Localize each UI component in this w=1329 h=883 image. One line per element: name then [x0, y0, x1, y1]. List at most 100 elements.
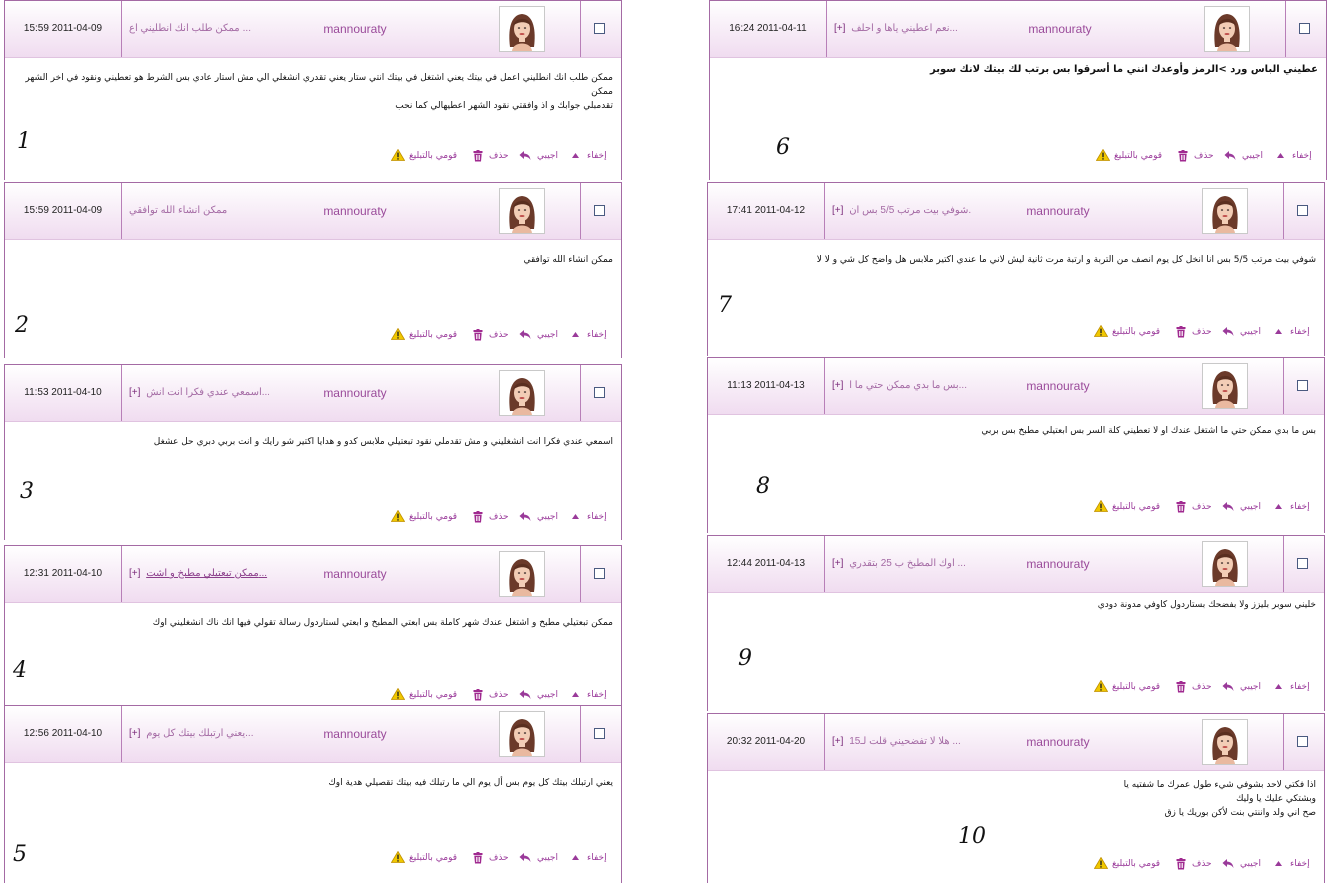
reply-arrow-icon[interactable]	[1222, 857, 1234, 871]
hide-button[interactable]: إخفاء	[587, 510, 607, 524]
reply-button[interactable]: اجيبي	[1240, 500, 1261, 514]
expand-link[interactable]: [+]	[832, 558, 843, 569]
reply-arrow-icon[interactable]	[519, 328, 531, 342]
hide-button[interactable]: إخفاء	[587, 851, 607, 865]
user-avatar-icon[interactable]	[1202, 363, 1248, 409]
message-subject[interactable]: نعم اعطيني ياها و احلف...	[851, 23, 958, 34]
message-subject[interactable]: يعني ارتبلك بيتك كل يوم...	[146, 728, 253, 739]
reply-arrow-icon[interactable]	[519, 510, 531, 524]
trash-icon[interactable]	[1176, 857, 1186, 871]
caret-up-icon[interactable]	[1276, 149, 1285, 163]
trash-icon[interactable]	[473, 851, 483, 865]
caret-up-icon[interactable]	[1274, 500, 1283, 514]
reply-button[interactable]: اجيبي	[537, 688, 558, 702]
hide-button[interactable]: إخفاء	[1290, 500, 1310, 514]
report-button[interactable]: قومي بالتبليغ	[1112, 500, 1160, 514]
select-checkbox[interactable]	[594, 387, 605, 398]
delete-button[interactable]: حذف	[489, 328, 509, 342]
sender-name[interactable]: mannouraty	[275, 546, 435, 602]
reply-arrow-icon[interactable]	[519, 149, 531, 163]
report-button[interactable]: قومي بالتبليغ	[409, 851, 457, 865]
expand-link[interactable]: [+]	[834, 23, 845, 34]
reply-arrow-icon[interactable]	[1224, 149, 1236, 163]
reply-button[interactable]: اجيبي	[1240, 857, 1261, 871]
sender-name[interactable]: mannouraty	[978, 714, 1138, 770]
delete-button[interactable]: حذف	[489, 688, 509, 702]
trash-icon[interactable]	[473, 510, 483, 524]
message-subject[interactable]: ممكن تبعتيلي مطبخ و اشت...	[146, 568, 267, 579]
delete-button[interactable]: حذف	[1192, 500, 1212, 514]
message-subject[interactable]: اوك المطبخ ب 25 بتقدري ...	[849, 558, 966, 569]
user-avatar-icon[interactable]	[1202, 188, 1248, 234]
hide-button[interactable]: إخفاء	[587, 328, 607, 342]
user-avatar-icon[interactable]	[499, 188, 545, 234]
reply-arrow-icon[interactable]	[1222, 680, 1234, 694]
reply-button[interactable]: اجيبي	[1240, 680, 1261, 694]
sender-name[interactable]: mannouraty	[275, 1, 435, 57]
expand-link[interactable]: [+]	[832, 205, 843, 216]
select-checkbox[interactable]	[594, 568, 605, 579]
trash-icon[interactable]	[473, 149, 483, 163]
sender-name[interactable]: mannouraty	[978, 536, 1138, 592]
user-avatar-icon[interactable]	[499, 551, 545, 597]
trash-icon[interactable]	[1176, 325, 1186, 339]
reply-button[interactable]: اجيبي	[537, 149, 558, 163]
select-checkbox[interactable]	[1297, 205, 1308, 216]
reply-button[interactable]: اجيبي	[1240, 325, 1261, 339]
user-avatar-icon[interactable]	[1202, 719, 1248, 765]
caret-up-icon[interactable]	[1274, 680, 1283, 694]
sender-name[interactable]: mannouraty	[275, 365, 435, 421]
report-button[interactable]: قومي بالتبليغ	[409, 328, 457, 342]
report-button[interactable]: قومي بالتبليغ	[409, 149, 457, 163]
user-avatar-icon[interactable]	[1204, 6, 1250, 52]
select-checkbox[interactable]	[1297, 558, 1308, 569]
message-subject[interactable]: بس ما بدي ممكن حتي ما ا...	[849, 380, 967, 391]
message-subject[interactable]: هلا لا تفضحيني قلت لـ15 ...	[849, 736, 961, 747]
hide-button[interactable]: إخفاء	[1290, 857, 1310, 871]
sender-name[interactable]: mannouraty	[978, 183, 1138, 239]
delete-button[interactable]: حذف	[1192, 857, 1212, 871]
expand-link[interactable]: [+]	[832, 380, 843, 391]
report-button[interactable]: قومي بالتبليغ	[1112, 680, 1160, 694]
select-checkbox[interactable]	[1299, 23, 1310, 34]
report-button[interactable]: قومي بالتبليغ	[409, 688, 457, 702]
caret-up-icon[interactable]	[571, 851, 580, 865]
reply-button[interactable]: اجيبي	[537, 851, 558, 865]
report-button[interactable]: قومي بالتبليغ	[1112, 857, 1160, 871]
delete-button[interactable]: حذف	[1192, 325, 1212, 339]
report-button[interactable]: قومي بالتبليغ	[409, 510, 457, 524]
hide-button[interactable]: إخفاء	[1290, 680, 1310, 694]
expand-link[interactable]: [+]	[129, 568, 140, 579]
report-button[interactable]: قومي بالتبليغ	[1114, 149, 1162, 163]
message-subject[interactable]: اسمعي عندي فكرا انت انش...	[146, 387, 269, 398]
caret-up-icon[interactable]	[571, 688, 580, 702]
hide-button[interactable]: إخفاء	[1292, 149, 1312, 163]
sender-name[interactable]: mannouraty	[275, 706, 435, 762]
sender-name[interactable]: mannouraty	[275, 183, 435, 239]
trash-icon[interactable]	[1178, 149, 1188, 163]
delete-button[interactable]: حذف	[489, 510, 509, 524]
reply-arrow-icon[interactable]	[1222, 500, 1234, 514]
expand-link[interactable]: [+]	[129, 728, 140, 739]
select-checkbox[interactable]	[594, 728, 605, 739]
delete-button[interactable]: حذف	[489, 851, 509, 865]
user-avatar-icon[interactable]	[499, 6, 545, 52]
select-checkbox[interactable]	[594, 23, 605, 34]
caret-up-icon[interactable]	[1274, 325, 1283, 339]
report-button[interactable]: قومي بالتبليغ	[1112, 325, 1160, 339]
sender-name[interactable]: mannouraty	[980, 1, 1140, 57]
delete-button[interactable]: حذف	[489, 149, 509, 163]
user-avatar-icon[interactable]	[1202, 541, 1248, 587]
reply-arrow-icon[interactable]	[1222, 325, 1234, 339]
trash-icon[interactable]	[1176, 680, 1186, 694]
caret-up-icon[interactable]	[571, 149, 580, 163]
select-checkbox[interactable]	[1297, 380, 1308, 391]
trash-icon[interactable]	[473, 328, 483, 342]
expand-link[interactable]: [+]	[832, 736, 843, 747]
user-avatar-icon[interactable]	[499, 711, 545, 757]
reply-arrow-icon[interactable]	[519, 851, 531, 865]
reply-arrow-icon[interactable]	[519, 688, 531, 702]
caret-up-icon[interactable]	[571, 510, 580, 524]
reply-button[interactable]: اجيبي	[537, 328, 558, 342]
select-checkbox[interactable]	[594, 205, 605, 216]
